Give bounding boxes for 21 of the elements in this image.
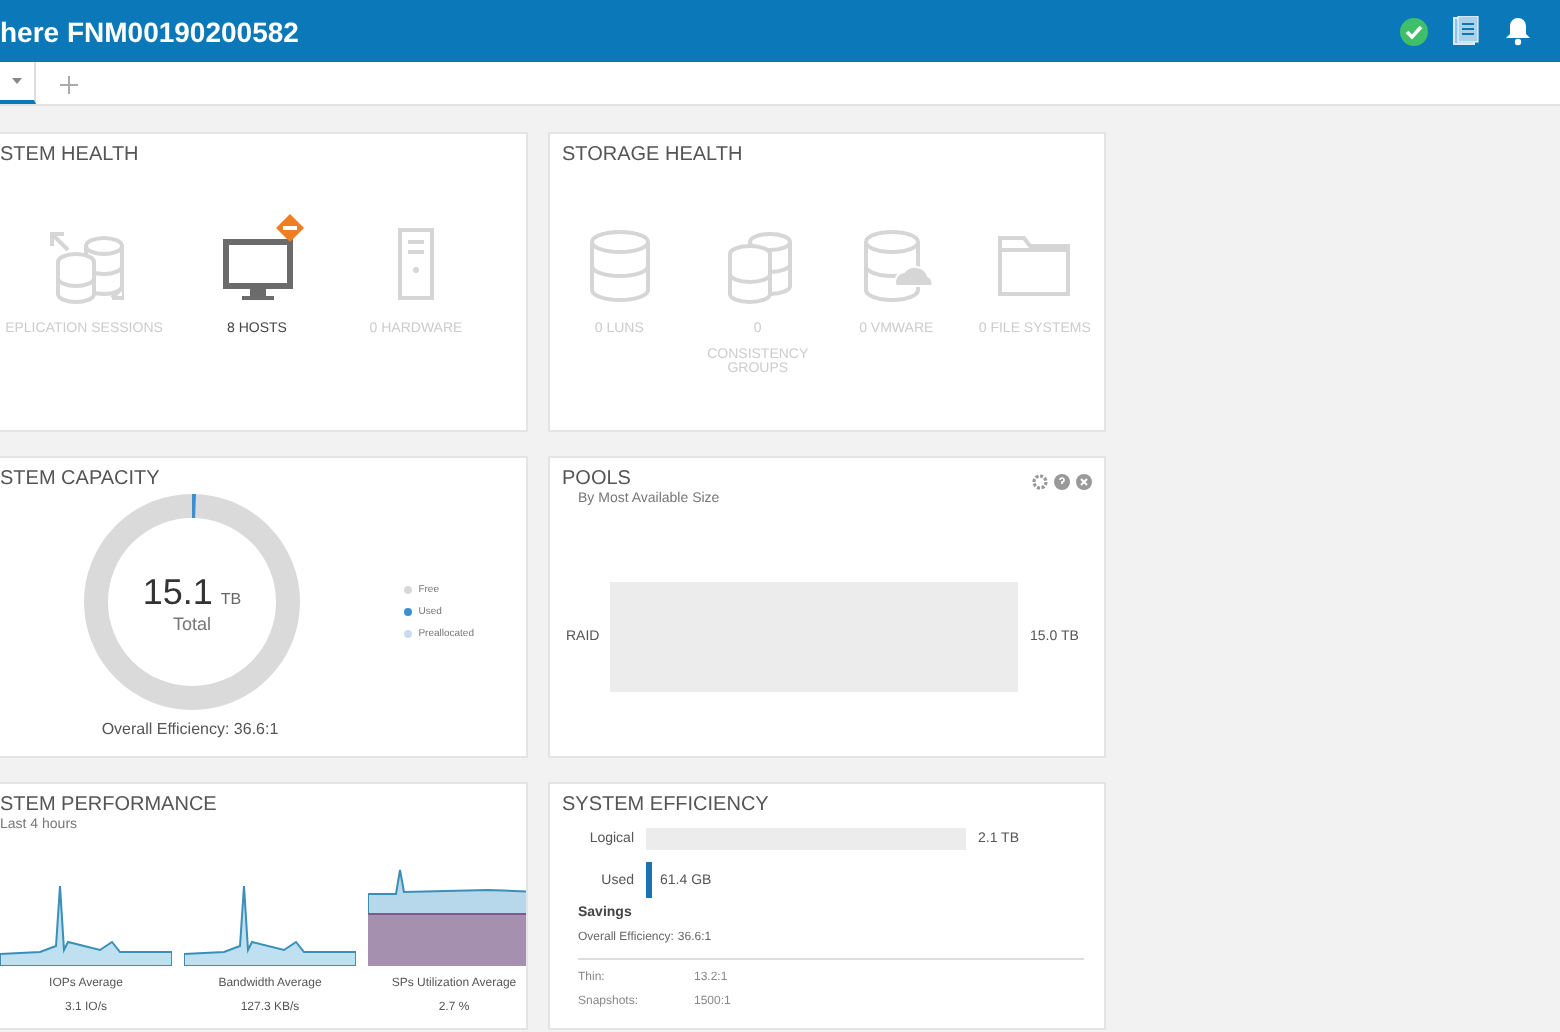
system-title: here FNM00190200582	[0, 15, 301, 47]
dashboard-tab[interactable]	[0, 62, 36, 104]
card-title: POOLS	[560, 466, 632, 490]
used-bar	[646, 862, 652, 898]
status-ok-icon[interactable]	[1400, 17, 1428, 45]
document-icon[interactable]	[1452, 16, 1480, 46]
overall-efficiency: Overall Efficiency: 36.6:1	[99, 720, 281, 738]
total-capacity: 15.1	[142, 571, 213, 611]
card-title: STEM HEALTH	[0, 142, 141, 166]
bell-icon[interactable]	[1504, 16, 1532, 46]
plus-icon	[60, 75, 78, 93]
card-title: STEM CAPACITY	[0, 466, 162, 490]
total-label: Total	[172, 613, 211, 633]
close-icon[interactable]	[1076, 474, 1092, 490]
help-icon[interactable]	[1054, 474, 1070, 490]
card-title: STEM PERFORMANCE	[0, 792, 219, 816]
settings-icon[interactable]	[1032, 474, 1048, 490]
capacity-unit: TB	[220, 589, 242, 607]
card-title: STORAGE HEALTH	[560, 142, 745, 166]
card-title: SYSTEM EFFICIENCY	[560, 792, 771, 816]
caret-icon	[12, 78, 22, 84]
